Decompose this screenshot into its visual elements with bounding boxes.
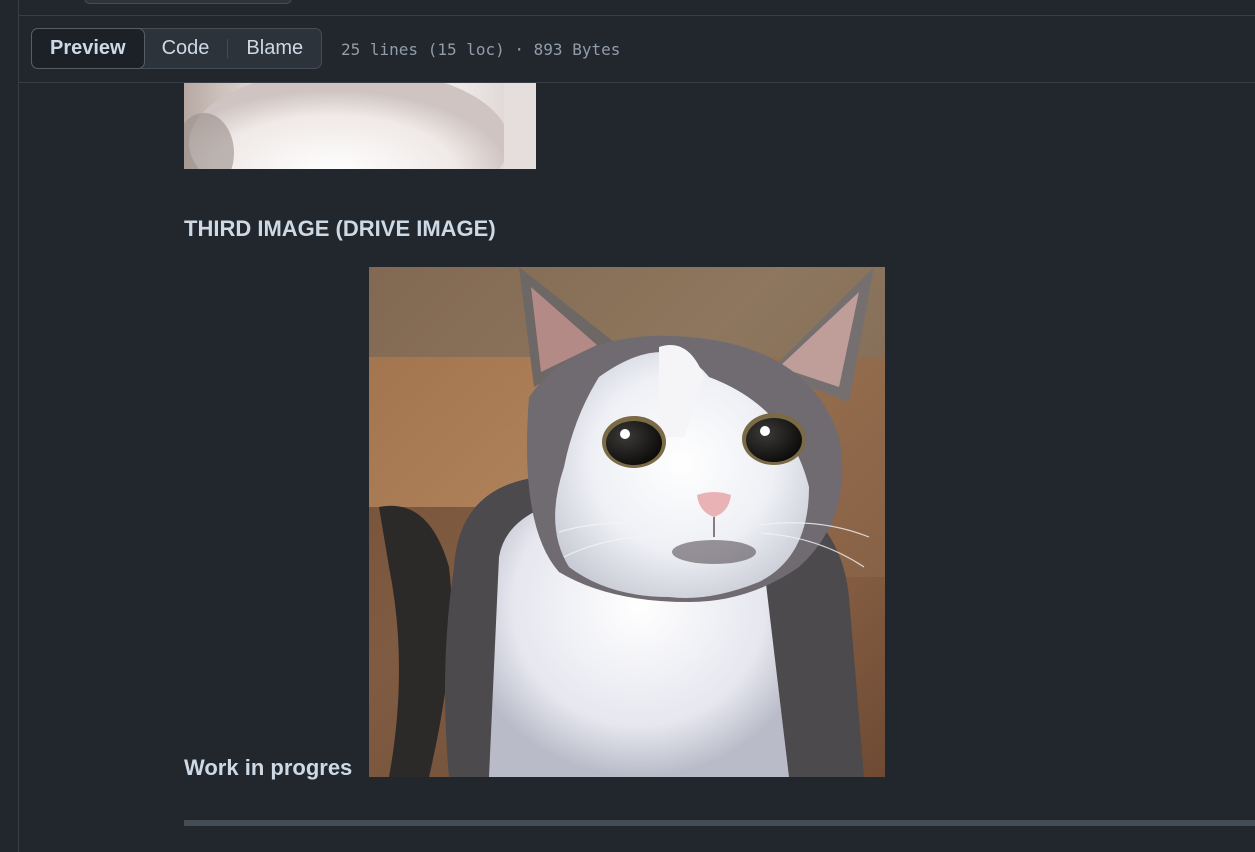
- cat-image: [369, 267, 885, 777]
- tab-code[interactable]: Code: [144, 29, 228, 68]
- tab-blame[interactable]: Blame: [228, 29, 321, 68]
- github-file-view: Preview Code Blame 25 lines (15 loc) · 8…: [0, 0, 1255, 852]
- tab-preview[interactable]: Preview: [31, 28, 145, 69]
- file-toolbar: Preview Code Blame 25 lines (15 loc) · 8…: [19, 16, 1255, 83]
- file-meta: 25 lines (15 loc) · 893 Bytes: [341, 40, 621, 59]
- top-strip: [19, 0, 1255, 16]
- section-heading: THIRD IMAGE (DRIVE IMAGE): [184, 216, 496, 241]
- readme-content: THIRD IMAGE (DRIVE IMAGE) Work in progre…: [19, 83, 1255, 852]
- top-pill[interactable]: [84, 0, 292, 4]
- horizontal-rule: [184, 820, 1255, 826]
- view-mode-segmented-control: Preview Code Blame: [31, 28, 323, 69]
- cat-image-graphic: [369, 267, 885, 777]
- previous-image: [184, 83, 536, 169]
- wip-text: Work in progres: [184, 755, 353, 780]
- previous-image-graphic: [184, 83, 536, 169]
- left-rail: [0, 0, 19, 852]
